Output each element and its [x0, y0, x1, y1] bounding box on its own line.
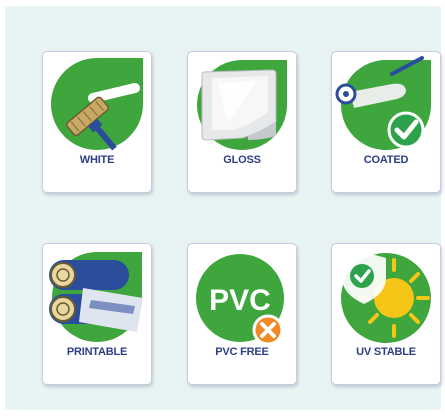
- badge-printable: PRINTABLE: [42, 243, 152, 385]
- svg-text:PVC: PVC: [209, 284, 271, 317]
- badge-label: UV STABLE: [356, 346, 416, 358]
- badge-label: COATED: [363, 154, 409, 166]
- badge-gloss: GLOSS: [187, 51, 297, 193]
- badge-white: WHITE: [42, 51, 152, 193]
- gloss-sheet-icon: [197, 60, 287, 150]
- badge-label: PVC FREE: [215, 346, 269, 358]
- coating-check-icon: [335, 56, 431, 150]
- pvc-free-icon: PVC: [196, 254, 284, 346]
- badge-label: WHITE: [79, 154, 115, 166]
- badge-label: GLOSS: [223, 154, 261, 166]
- sun-shield-icon: [341, 252, 431, 343]
- badge-uv-stable: UV STABLE: [331, 243, 441, 385]
- badge-coated: COATED: [331, 51, 441, 193]
- badge-label: PRINTABLE: [66, 346, 128, 358]
- badge-pvc-free: PVC PVC FREE: [187, 243, 297, 385]
- paint-roller-icon: [51, 58, 143, 151]
- printer-rollers-icon: [49, 252, 143, 342]
- feature-badges-panel: WHITE GLOSS COATED PRINTABLE PVC PVC FRE…: [5, 6, 441, 410]
